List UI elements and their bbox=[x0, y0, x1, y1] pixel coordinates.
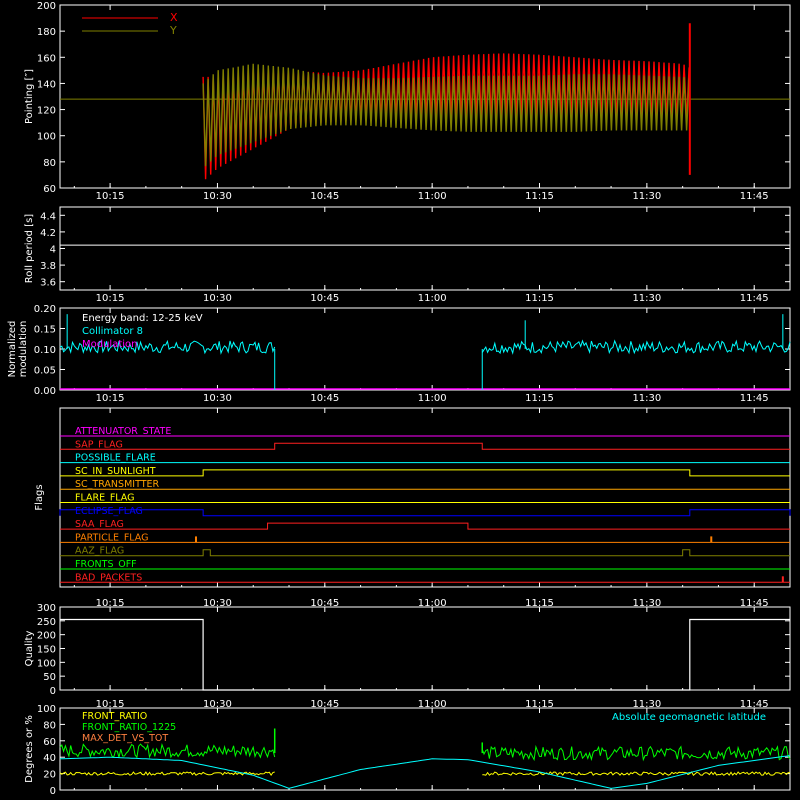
y-axis-label: Degrees or % bbox=[24, 715, 35, 783]
annotation: Collimator 8 bbox=[82, 326, 143, 337]
y-tick-label: 180 bbox=[37, 27, 56, 38]
y-tick-label: 20 bbox=[43, 770, 56, 781]
panel-2: 10:15 10:30 10:45 11:00 11:15 11:30 11:45 0.00 0… bbox=[7, 304, 791, 404]
y-tick-label: 250 bbox=[37, 617, 56, 628]
x-tick-label: 11:15 bbox=[525, 191, 554, 202]
flag-label: ECLIPSE_FLAG bbox=[75, 506, 143, 517]
housekeeping-figure: 10:15 10:30 10:45 11:00 11:15 11:30 11:45 60 80 1… bbox=[7, 1, 791, 797]
front-ratio-line bbox=[482, 771, 791, 777]
y-tick-label: 60 bbox=[43, 737, 56, 748]
y-axis-label: Pointing [″] bbox=[24, 69, 35, 124]
panel-3: 10:15 10:30 10:45 11:00 11:15 11:30 11:45Flags… bbox=[34, 407, 791, 609]
y-tick-label: 80 bbox=[43, 720, 56, 731]
y-tick-label: 0.15 bbox=[34, 325, 56, 336]
x-tick-label: 10:15 bbox=[96, 393, 125, 404]
flag-line bbox=[60, 549, 790, 557]
y-tick-label: 140 bbox=[37, 79, 56, 90]
flag-line bbox=[60, 469, 790, 477]
y-tick-label: 120 bbox=[37, 106, 56, 117]
y-tick-label: 0.05 bbox=[34, 366, 56, 377]
flag-label: SC_IN_SUNLIGHT bbox=[75, 466, 156, 477]
legend-label: Y bbox=[169, 24, 177, 37]
panel-1: 10:15 10:30 10:45 11:00 11:15 11:30 11:45 3.6 3.… bbox=[24, 206, 791, 304]
y-axis-label: modulation bbox=[18, 321, 29, 378]
legend-label: X bbox=[170, 11, 178, 24]
x-tick-label: 11:45 bbox=[740, 293, 769, 304]
legend-label: FRONT_RATIO bbox=[82, 711, 147, 722]
y-tick-label: 200 bbox=[37, 1, 56, 12]
y-tick-label: 0 bbox=[50, 786, 56, 797]
flag-label: PARTICLE_FLAG bbox=[75, 532, 148, 543]
y-tick-label: 80 bbox=[43, 158, 56, 169]
y-tick-label: 0.20 bbox=[34, 304, 56, 315]
front-ratio-1225-line bbox=[481, 744, 791, 762]
annotation: Absolute geomagnetic latitude bbox=[612, 712, 766, 723]
panel-0: 10:15 10:30 10:45 11:00 11:15 11:30 11:45 60 80 1… bbox=[24, 1, 791, 202]
legend-label: MAX_DET_VS_TOT bbox=[82, 733, 168, 744]
x-tick-label: 10:30 bbox=[203, 191, 232, 202]
collimator-8-line bbox=[481, 339, 791, 355]
panel-frame bbox=[59, 206, 791, 291]
x-tick-label: 10:45 bbox=[310, 393, 339, 404]
y-tick-label: 150 bbox=[37, 645, 56, 656]
flag-label: BAD_PACKETS bbox=[75, 572, 142, 583]
flag-line bbox=[59, 509, 791, 517]
y-tick-label: 300 bbox=[37, 603, 56, 614]
flag-label: FLARE_FLAG bbox=[75, 493, 135, 504]
flag-label: POSSIBLE_FLARE bbox=[75, 453, 156, 464]
y-axis-label: Normalized bbox=[7, 321, 18, 378]
flag-label: ATTENUATOR_STATE bbox=[75, 426, 171, 437]
x-tick-label: 10:15 bbox=[96, 293, 125, 304]
y-tick-label: 4.2 bbox=[40, 228, 56, 239]
legend-label: FRONT_RATIO_1225 bbox=[82, 722, 176, 733]
y-tick-label: 4 bbox=[50, 245, 56, 256]
y-tick-label: 100 bbox=[37, 658, 56, 669]
y-axis-label: Flags bbox=[34, 484, 45, 510]
y-tick-label: 40 bbox=[43, 753, 56, 764]
x-tick-label: 11:30 bbox=[632, 293, 661, 304]
y-tick-label: 60 bbox=[43, 184, 56, 195]
flag-label: SC_TRANSMITTER bbox=[75, 479, 160, 490]
x-tick-label: 11:00 bbox=[418, 293, 447, 304]
quality-line bbox=[60, 618, 790, 691]
y-tick-label: 200 bbox=[37, 631, 56, 642]
x-tick-label: 11:15 bbox=[525, 293, 554, 304]
flag-label: FRONTS_OFF bbox=[75, 559, 137, 570]
x-tick-label: 10:45 bbox=[310, 293, 339, 304]
x-tick-label: 11:00 bbox=[418, 393, 447, 404]
y-tick-label: 160 bbox=[37, 53, 56, 64]
y-axis-label: Roll period [s] bbox=[24, 214, 35, 283]
y-axis-label: Quality bbox=[24, 631, 35, 667]
flag-label: SAA_FLAG bbox=[75, 519, 124, 530]
flag-line bbox=[60, 442, 790, 450]
flag-label: AAZ_FLAG bbox=[75, 546, 124, 557]
x-tick-label: 11:45 bbox=[740, 191, 769, 202]
y-tick-label: 100 bbox=[37, 704, 56, 715]
x-tick-label: 11:30 bbox=[632, 393, 661, 404]
y-tick-label: 0.10 bbox=[34, 345, 56, 356]
y-tick-label: 0 bbox=[50, 686, 56, 697]
y-tick-label: 100 bbox=[37, 132, 56, 143]
y-tick-label: 3.6 bbox=[40, 278, 56, 289]
panel-5: 0 20 40 60 80 100Degrees or % FRONT_RATIOFRONT… bbox=[24, 704, 791, 797]
x-tick-label: 10:30 bbox=[203, 393, 232, 404]
x-tick-label: 11:45 bbox=[740, 393, 769, 404]
y-tick-label: 4.4 bbox=[40, 211, 56, 222]
flag-label: SAP_FLAG bbox=[75, 439, 123, 450]
panel-4: 10:15 10:30 10:45 11:00 11:15 11:30 11:4505010… bbox=[24, 603, 791, 710]
annotation: Energy band: 12-25 keV bbox=[82, 313, 203, 324]
x-tick-label: 10:30 bbox=[203, 293, 232, 304]
x-tick-label: 11:30 bbox=[632, 191, 661, 202]
front-ratio-1225-line bbox=[59, 743, 276, 759]
flag-line bbox=[60, 522, 790, 530]
x-tick-label: 11:15 bbox=[525, 393, 554, 404]
x-tick-label: 11:00 bbox=[418, 191, 447, 202]
x-tick-label: 10:15 bbox=[96, 191, 125, 202]
front-ratio-line bbox=[59, 771, 275, 777]
y-tick-label: 50 bbox=[43, 672, 56, 683]
y-tick-label: 0.00 bbox=[34, 386, 56, 397]
y-tick-label: 3.8 bbox=[40, 261, 56, 272]
x-tick-label: 10:45 bbox=[310, 191, 339, 202]
annotation: Modulation bbox=[82, 339, 138, 350]
